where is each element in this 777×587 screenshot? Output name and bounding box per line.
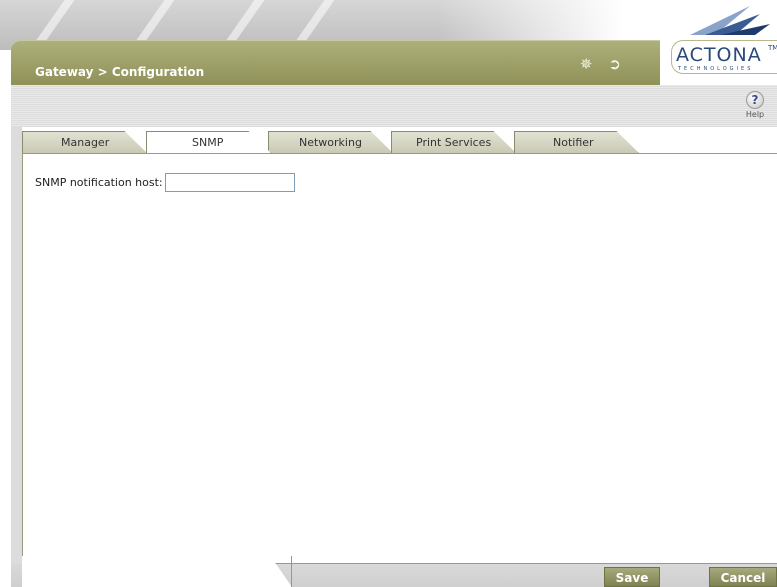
- header-bar: Gateway > Configuration ✵ ➲: [11, 40, 677, 85]
- snmp-host-input[interactable]: [164, 173, 295, 192]
- tab-label: Manager: [61, 136, 110, 149]
- tab-label: Networking: [299, 136, 362, 149]
- logo-subtitle: TECHNOLOGIES: [678, 66, 754, 72]
- footer-tab-edge: [22, 556, 292, 587]
- content-panel: SNMP notification host:: [22, 153, 777, 564]
- logo-text: ACTONA: [676, 44, 762, 66]
- tab-label: SNMP: [192, 136, 224, 149]
- cancel-button[interactable]: Cancel: [709, 567, 777, 587]
- left-edge: [11, 127, 22, 564]
- help-button[interactable]: ? Help: [743, 91, 767, 119]
- breadcrumb: Gateway > Configuration: [35, 65, 205, 79]
- tab-manager[interactable]: Manager: [22, 131, 147, 153]
- help-label: Help: [745, 110, 765, 119]
- save-button[interactable]: Save: [604, 567, 660, 587]
- snmp-host-row: SNMP notification host:: [35, 173, 295, 192]
- tab-networking[interactable]: Networking: [268, 131, 393, 153]
- tab-print-services[interactable]: Print Services: [391, 131, 516, 153]
- logout-icon[interactable]: ➲: [608, 56, 621, 72]
- toolbar-band: [11, 85, 777, 127]
- logo-mark-icon: [690, 6, 770, 35]
- tab-snmp[interactable]: SNMP: [146, 131, 271, 153]
- snmp-host-label: SNMP notification host:: [35, 176, 163, 189]
- wand-icon[interactable]: ✵: [580, 56, 593, 72]
- help-icon: ?: [746, 91, 764, 109]
- tab-notifier[interactable]: Notifier: [514, 131, 639, 153]
- tab-label: Notifier: [553, 136, 594, 149]
- logo-trademark: TM: [768, 44, 777, 52]
- header-icons: ✵ ➲: [580, 56, 621, 72]
- tab-label: Print Services: [416, 136, 492, 149]
